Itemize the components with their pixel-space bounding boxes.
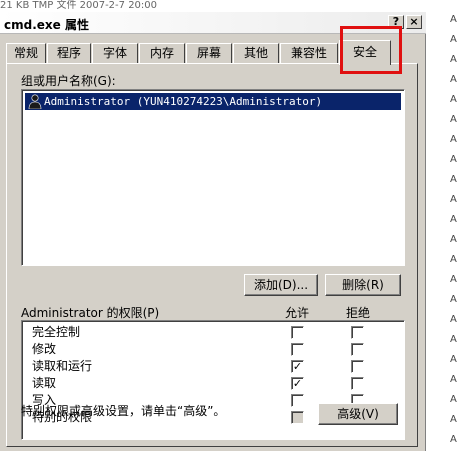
advanced-note: 特别权限或高级设置，请单击“高级”。 [21,404,226,418]
tab-general[interactable]: 常规 [6,43,46,64]
permission-row-read-execute: 读取和运行 ✓ [22,358,402,375]
permission-name: 读取 [32,376,57,390]
permission-row-modify: 修改 [22,341,402,358]
remove-button[interactable]: 删除(R) [325,274,401,296]
deny-checkbox[interactable] [351,360,364,373]
close-button[interactable]: × [406,15,422,29]
tab-strip: 常规 程序 字体 内存 屏幕 其他 兼容性 安全 [0,40,426,65]
advanced-button[interactable]: 高级(V) [318,403,398,425]
allow-checkbox[interactable]: ✓ [291,360,304,373]
window-title: cmd.exe 属性 [4,18,89,32]
permission-row-read: 读取 ✓ [22,375,402,392]
permission-row-full-control: 完全控制 [22,324,402,341]
permission-name: 完全控制 [32,325,81,339]
background-file-text: 21 KB TMP 文件 2007-2-7 20:00 [0,0,158,11]
properties-dialog: cmd.exe 属性 ? × 常规 程序 字体 内存 屏幕 其他 兼容性 安全 … [0,12,426,451]
allow-header: 允许 [285,306,310,320]
security-panel: 组或用户名称(G): Administrator (YUN410274223\A… [6,63,418,447]
allow-checkbox[interactable]: ✓ [291,377,304,390]
tab-security[interactable]: 安全 [339,40,391,65]
add-button[interactable]: 添加(D)... [244,274,318,296]
tab-misc[interactable]: 其他 [233,43,279,64]
allow-checkbox[interactable] [291,343,304,356]
tab-font[interactable]: 字体 [92,43,138,64]
permission-name: 修改 [32,342,57,356]
permission-label: Administrator 的权限(P) [21,306,160,320]
deny-checkbox[interactable] [351,377,364,390]
user-name: Administrator (YUN410274223\Administrato… [44,95,323,108]
deny-checkbox[interactable] [351,326,364,339]
tab-screen[interactable]: 屏幕 [186,43,232,64]
user-icon [28,94,42,109]
allow-checkbox [291,411,304,424]
tab-program[interactable]: 程序 [47,43,91,64]
permission-name: 读取和运行 [32,359,93,373]
help-button[interactable]: ? [388,15,404,29]
deny-header: 拒绝 [346,306,371,320]
allow-checkbox[interactable] [291,326,304,339]
tab-memory[interactable]: 内存 [139,43,185,64]
title-bar[interactable]: cmd.exe 属性 ? × [0,12,426,34]
background-file-row: 21 KB TMP 文件 2007-2-7 20:00 [0,0,464,12]
group-user-label: 组或用户名称(G): [21,74,116,88]
user-list[interactable]: Administrator (YUN410274223\Administrato… [21,89,405,266]
tab-compatibility[interactable]: 兼容性 [280,43,338,64]
deny-checkbox[interactable] [351,343,364,356]
allow-checkbox[interactable] [291,394,304,407]
background-right-strip: AAA AAA AAA AAA AAA AAA AAA A [450,14,457,445]
user-list-item[interactable]: Administrator (YUN410274223\Administrato… [25,93,401,110]
